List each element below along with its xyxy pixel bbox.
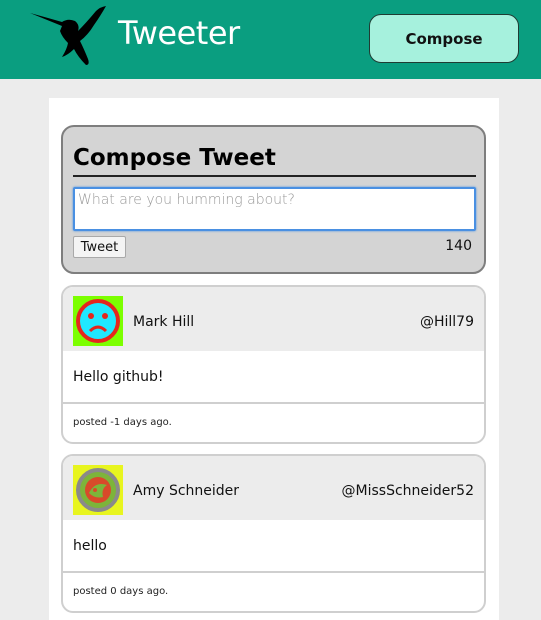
tweet-header: Amy Schneider @MissSchneider52 <box>63 456 484 520</box>
app-title: Tweeter <box>118 14 240 52</box>
compose-title-divider <box>73 175 476 177</box>
compose-button[interactable]: Compose <box>369 14 519 63</box>
tweet-timestamp: posted -1 days ago. <box>73 417 172 428</box>
top-nav-bar: Tweeter Compose <box>0 0 541 79</box>
tweet-textarea[interactable] <box>73 187 476 231</box>
tweet-timestamp: posted 0 days ago. <box>73 586 169 597</box>
tweet-card: Amy Schneider @MissSchneider52 hello pos… <box>61 454 486 613</box>
tweet-divider <box>63 571 484 573</box>
tweet-body: hello <box>73 538 107 554</box>
tweet-submit-button[interactable]: Tweet <box>73 236 126 258</box>
compose-tweet-form: Compose Tweet Tweet 140 <box>61 125 486 274</box>
compose-title: Compose Tweet <box>73 145 276 171</box>
char-counter: 140 <box>445 238 472 254</box>
sad-face-avatar-icon <box>73 296 123 346</box>
tweet-card: Mark Hill @Hill79 Hello github! posted -… <box>61 285 486 444</box>
tweet-author-name: Amy Schneider <box>133 483 240 499</box>
leaf-pattern-avatar-icon <box>73 465 123 515</box>
tweet-author-handle[interactable]: @Hill79 <box>420 314 474 330</box>
hummingbird-logo-icon[interactable] <box>28 5 110 67</box>
tweet-author-handle[interactable]: @MissSchneider52 <box>342 483 474 499</box>
tweet-author-name: Mark Hill <box>133 314 195 330</box>
main-panel: Compose Tweet Tweet 140 Mark Hill @Hill7… <box>49 98 499 620</box>
app: Tweeter Compose Compose Tweet Tweet 140 … <box>0 0 541 620</box>
tweet-header: Mark Hill @Hill79 <box>63 287 484 351</box>
tweet-body: Hello github! <box>73 369 164 385</box>
tweet-divider <box>63 402 484 404</box>
